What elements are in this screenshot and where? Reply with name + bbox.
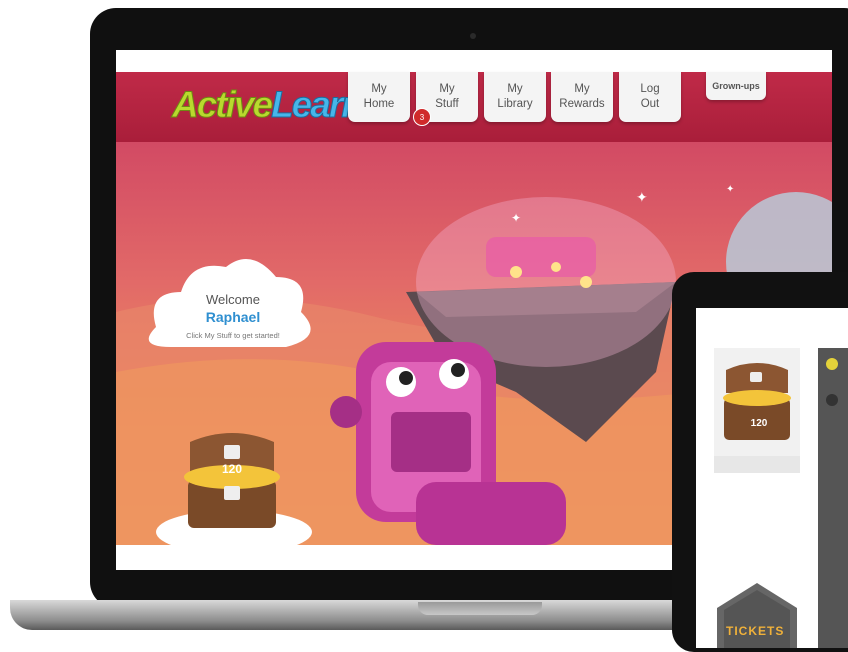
- tickets-label: TICKETS: [726, 624, 785, 638]
- laptop-notch: [418, 602, 542, 615]
- robot-pupil: [399, 371, 413, 385]
- panel-dots: [826, 358, 838, 406]
- nav-log-out-button[interactable]: Log Out: [619, 72, 681, 122]
- tablet-coin-count: 120: [750, 418, 768, 429]
- welcome-hint: Click My Stuff to get started!: [186, 331, 280, 340]
- robot-body: [416, 482, 566, 545]
- activelearn-logo[interactable]: ActiveLearn: [171, 84, 364, 126]
- grown-ups-button[interactable]: Grown-ups: [706, 72, 766, 100]
- city-building: [486, 237, 596, 277]
- tablet-side-panel: [818, 348, 848, 648]
- dome-city-icon: [416, 197, 676, 367]
- city-light: [510, 266, 522, 278]
- welcome-message: Welcome Raphael Click My Stuff to get st…: [178, 292, 288, 340]
- robot-mouth-grill: [391, 412, 471, 472]
- my-stuff-notification-badge: 3: [413, 108, 431, 126]
- user-name: Raphael: [205, 309, 261, 325]
- city-light: [580, 276, 592, 288]
- tablet-chest-icon: [714, 363, 800, 473]
- tablet-rewards-card[interactable]: [714, 348, 800, 473]
- star-icon: ✦: [636, 189, 648, 205]
- nav-my-rewards-button[interactable]: My Rewards: [551, 72, 613, 122]
- nav-my-library-button[interactable]: My Library: [484, 72, 546, 122]
- star-icon: ✦: [726, 184, 734, 195]
- coin-count: 120: [221, 462, 243, 476]
- chest-lock-icon: [224, 445, 240, 459]
- robot-pupil: [451, 363, 465, 377]
- robot-ear: [330, 396, 362, 428]
- logo-active-text: Active: [171, 84, 273, 126]
- star-icon: ✦: [511, 211, 521, 225]
- nav-my-home-button[interactable]: My Home: [348, 72, 410, 122]
- tablet-screen: 120 TICKETS: [696, 308, 848, 648]
- welcome-greeting: Welcome: [206, 292, 260, 307]
- city-light: [551, 262, 561, 272]
- camera-dot: [470, 33, 476, 39]
- chest-lock-icon[interactable]: [224, 486, 240, 500]
